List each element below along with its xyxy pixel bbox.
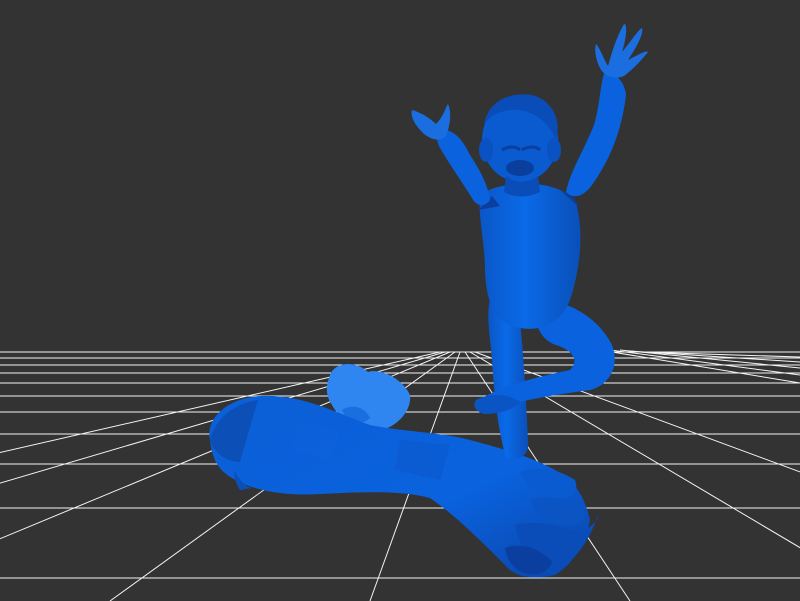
background [0, 0, 800, 601]
3d-viewport[interactable] [0, 0, 800, 601]
scene-canvas[interactable] [0, 0, 800, 601]
